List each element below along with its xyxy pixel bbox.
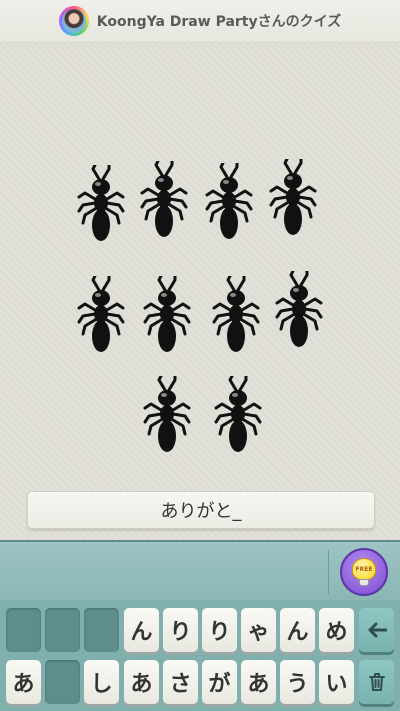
- letter-key[interactable]: ゃ: [241, 608, 276, 652]
- key-empty: [45, 608, 80, 652]
- letter-key[interactable]: り: [202, 608, 237, 652]
- letter-keyboard: ん り り ゃ ん め あ し あ さ が あ う い: [0, 600, 400, 711]
- free-hint-button[interactable]: FREE: [340, 548, 388, 596]
- ant-drawing: [269, 159, 317, 237]
- ant-drawing: [143, 276, 191, 354]
- letter-key[interactable]: ん: [124, 608, 159, 652]
- ant-drawing: [205, 163, 253, 241]
- trash-icon: [368, 673, 385, 691]
- letter-key[interactable]: あ: [241, 660, 276, 704]
- back-arrow-icon: [368, 622, 387, 638]
- ant-drawing: [77, 276, 125, 354]
- letter-key[interactable]: あ: [6, 660, 41, 704]
- free-label: FREE: [355, 565, 373, 573]
- avatar-image: [61, 9, 86, 33]
- ant-drawing: [214, 376, 262, 454]
- letter-key[interactable]: ん: [280, 608, 315, 652]
- answer-field[interactable]: ありがと_: [27, 491, 375, 529]
- ant-drawing: [77, 165, 125, 243]
- letter-key[interactable]: う: [280, 660, 315, 704]
- backspace-button[interactable]: [359, 608, 394, 652]
- ant-drawing: [140, 161, 188, 239]
- letter-key[interactable]: し: [84, 660, 119, 704]
- letter-key[interactable]: が: [202, 660, 237, 704]
- key-empty: [84, 608, 119, 652]
- key-empty: [6, 608, 41, 652]
- divider: [328, 550, 329, 594]
- key-empty: [45, 660, 80, 704]
- ant-drawing: [275, 271, 323, 349]
- ant-drawing: [212, 276, 260, 354]
- avatar[interactable]: [58, 6, 89, 36]
- delete-button[interactable]: [359, 660, 394, 704]
- ant-drawing: [143, 376, 191, 454]
- letter-key[interactable]: さ: [163, 660, 198, 704]
- letter-key[interactable]: い: [319, 660, 354, 704]
- letter-key[interactable]: り: [163, 608, 198, 652]
- letter-key[interactable]: あ: [124, 660, 159, 704]
- drawing-canvas: [0, 43, 400, 540]
- letter-key[interactable]: め: [319, 608, 354, 652]
- lightbulb-icon: FREE: [352, 558, 376, 586]
- quiz-header: KoongYa Draw Partyさんのクイズ: [0, 0, 400, 43]
- quiz-title: KoongYa Draw Partyさんのクイズ: [96, 14, 342, 30]
- hint-bar: FREE: [0, 540, 400, 602]
